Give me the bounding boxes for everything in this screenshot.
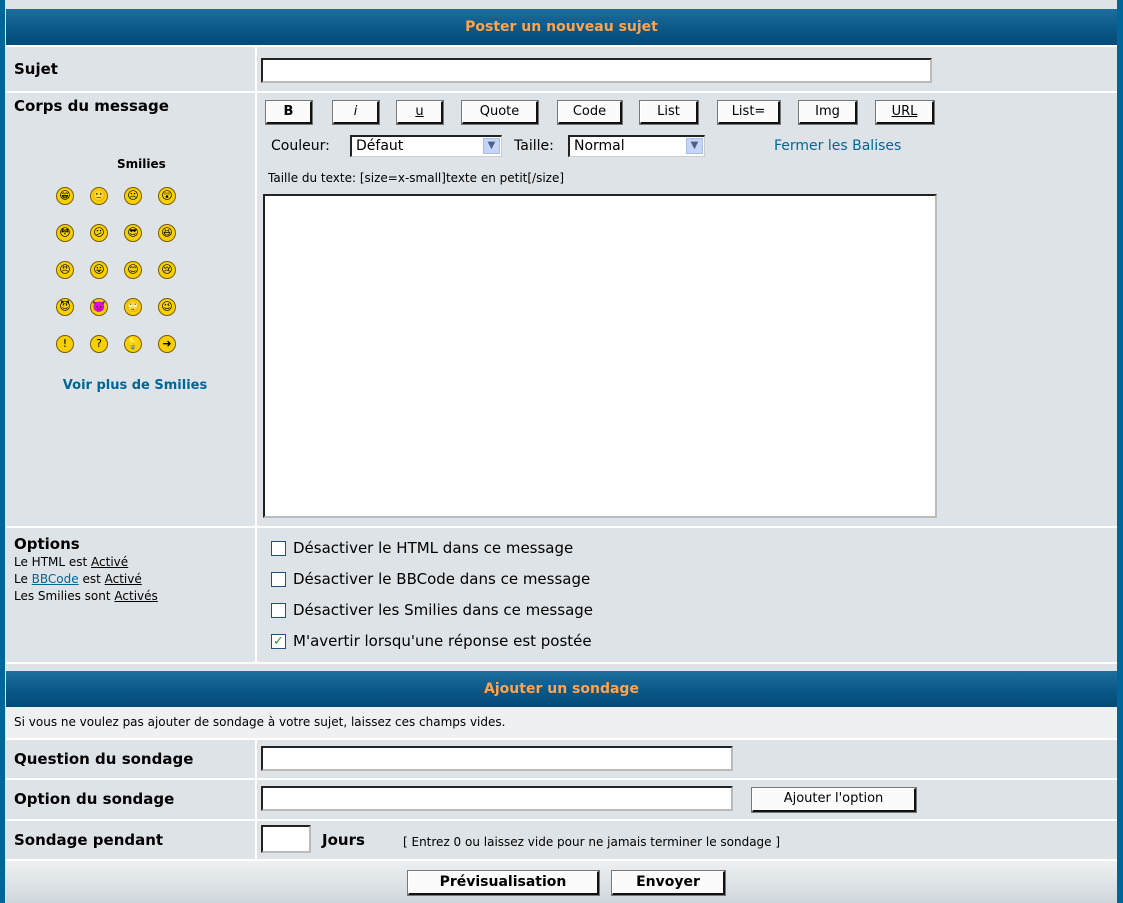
chevron-down-icon: ▼ — [686, 138, 703, 154]
bbcode-status: Le BBCode est Activé — [14, 572, 142, 586]
surprised-smiley-icon[interactable]: 😲 — [158, 187, 176, 205]
size-select[interactable]: Normal ▼ — [568, 135, 705, 157]
preview-button[interactable]: Prévisualisation — [407, 870, 600, 896]
disable-html-checkbox[interactable] — [271, 541, 286, 556]
bold-button[interactable]: B — [265, 100, 313, 125]
confused-smiley-icon[interactable]: 😕 — [90, 224, 108, 242]
poll-question-label: Question du sondage — [14, 750, 194, 768]
html-status: Le HTML est Activé — [14, 555, 128, 569]
laughing-smiley-icon[interactable]: 😆 — [158, 224, 176, 242]
subject-label: Sujet — [14, 60, 58, 78]
size-label: Taille: — [514, 138, 554, 154]
razz-smiley-icon[interactable]: 😛 — [90, 261, 108, 279]
wink-smiley-icon[interactable]: 😉 — [158, 298, 176, 316]
submit-button[interactable]: Envoyer — [611, 870, 726, 896]
bbcode-status-state: Activé — [104, 572, 142, 586]
poll-note: Si vous ne voulez pas ajouter de sondage… — [14, 715, 506, 729]
img-button[interactable]: Img — [798, 100, 858, 125]
add-option-button[interactable]: Ajouter l'option — [751, 787, 917, 813]
color-select-value: Défaut — [356, 138, 404, 154]
exclamation-smiley-icon[interactable]: ! — [56, 335, 74, 353]
html-status-state: Activé — [91, 555, 129, 569]
bbcode-link[interactable]: BBCode — [32, 572, 79, 586]
color-select[interactable]: Défaut ▼ — [350, 135, 502, 157]
smilies-status-prefix: Les Smilies sont — [14, 589, 115, 603]
message-textarea[interactable] — [263, 194, 937, 518]
poll-question-input[interactable] — [261, 746, 733, 771]
help-text: Taille du texte: [size=x-small]texte en … — [268, 171, 565, 185]
smilies-status: Les Smilies sont Activés — [14, 589, 158, 603]
arrow-smiley-icon[interactable]: ➜ — [158, 335, 176, 353]
subject-input[interactable] — [261, 58, 932, 83]
post-header-title: Poster un nouveau sujet — [465, 19, 658, 35]
disable-bbcode-checkbox[interactable] — [271, 572, 286, 587]
disable-smilies-label: Désactiver les Smilies dans ce message — [293, 601, 594, 619]
options-title: Options — [14, 535, 80, 553]
poll-header-title: Ajouter un sondage — [484, 681, 639, 697]
close-tags-link[interactable]: Fermer les Balises — [774, 138, 901, 154]
divider — [6, 662, 1117, 664]
smilies-title: Smilies — [117, 157, 166, 171]
code-button[interactable]: Code — [557, 100, 623, 125]
post-header: Poster un nouveau sujet — [6, 9, 1117, 45]
shocked-smiley-icon[interactable]: 😳 — [56, 224, 74, 242]
check-icon: ✓ — [273, 634, 284, 649]
idea-smiley-icon[interactable]: 💡 — [124, 335, 142, 353]
bbcode-status-mid: est — [78, 572, 105, 586]
left-border — [0, 0, 5, 903]
italic-button[interactable]: i — [332, 100, 380, 125]
rolling-eyes-smiley-icon[interactable]: 🙄 — [124, 298, 142, 316]
more-smilies-link[interactable]: Voir plus de Smilies — [60, 376, 210, 396]
twisted-evil-smiley-icon[interactable]: 👿 — [90, 298, 108, 316]
sad-smiley-icon[interactable]: ☹ — [124, 187, 142, 205]
poll-header: Ajouter un sondage — [6, 671, 1117, 707]
evil-smiley-icon[interactable]: 😈 — [56, 298, 74, 316]
question-smiley-icon[interactable]: ? — [90, 335, 108, 353]
very-happy-smiley-icon[interactable]: 😁 — [56, 187, 74, 205]
list-button[interactable]: List — [639, 100, 699, 125]
crying-smiley-icon[interactable]: 😢 — [158, 261, 176, 279]
embarrassed-smiley-icon[interactable]: 😊 — [124, 261, 142, 279]
right-border — [1117, 0, 1123, 903]
html-status-prefix: Le HTML est — [14, 555, 92, 569]
notify-reply-label: M'avertir lorsqu'une réponse est postée — [293, 632, 592, 650]
ordered-list-button[interactable]: List= — [717, 100, 781, 125]
url-button[interactable]: URL — [875, 100, 935, 125]
bbcode-status-prefix: Le — [14, 572, 32, 586]
disable-html-label: Désactiver le HTML dans ce message — [293, 539, 574, 557]
smilies-status-state: Activés — [114, 589, 158, 603]
poll-duration-label: Sondage pendant — [14, 831, 164, 849]
disable-bbcode-label: Désactiver le BBCode dans ce message — [293, 570, 591, 588]
poll-duration-input[interactable] — [261, 825, 311, 853]
quote-button[interactable]: Quote — [461, 100, 539, 125]
poll-option-input[interactable] — [261, 786, 733, 811]
body-label: Corps du message — [14, 97, 169, 115]
underline-button[interactable]: u — [396, 100, 444, 125]
cool-smiley-icon[interactable]: 😎 — [124, 224, 142, 242]
poll-option-label: Option du sondage — [14, 790, 175, 808]
chevron-down-icon: ▼ — [483, 138, 500, 154]
disable-smilies-checkbox[interactable] — [271, 603, 286, 618]
size-select-value: Normal — [574, 138, 625, 154]
smile-smiley-icon[interactable]: 🙂 — [90, 187, 108, 205]
duration-hint: [ Entrez 0 ou laissez vide pour ne jamai… — [403, 835, 781, 849]
days-label: Jours — [322, 831, 365, 849]
color-label: Couleur: — [271, 138, 330, 154]
mad-smiley-icon[interactable]: 😠 — [56, 261, 74, 279]
notify-reply-checkbox[interactable]: ✓ — [271, 634, 286, 649]
